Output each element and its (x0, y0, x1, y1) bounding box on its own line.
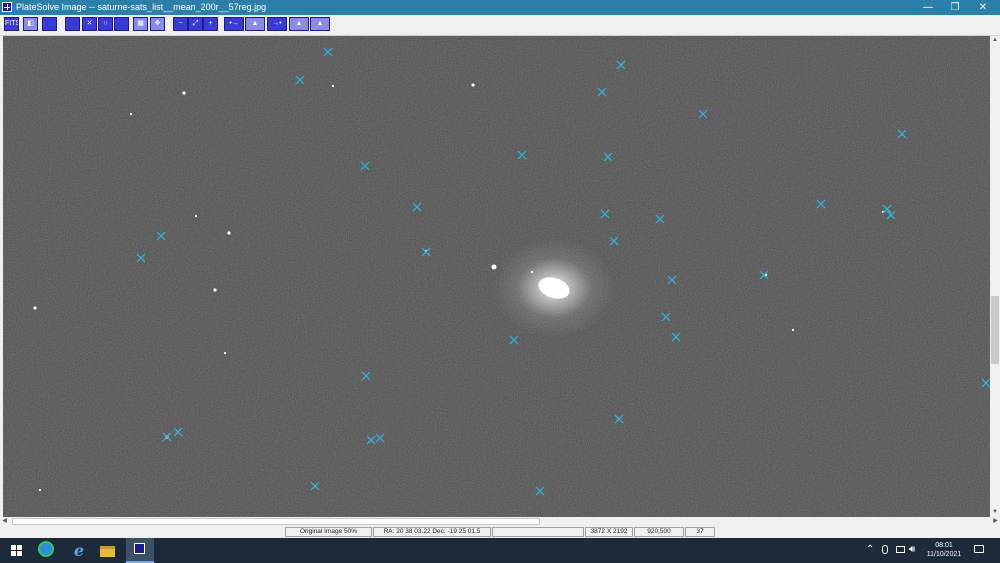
histogram-peak-button[interactable]: ▲ (245, 17, 265, 31)
window-title: PlateSolve Image -- saturne-sats_list__m… (16, 2, 267, 12)
star (227, 231, 231, 235)
close-button[interactable]: ✕ (970, 0, 996, 15)
title-bar: PlateSolve Image -- saturne-sats_list__m… (0, 0, 1000, 15)
status-empty (492, 527, 584, 537)
fits-button[interactable]: FITS (4, 17, 19, 31)
grid-button[interactable]: ▦ (133, 17, 148, 31)
zoom-out-button[interactable]: − (173, 17, 188, 31)
star (223, 351, 227, 355)
panel-toggle-button[interactable]: ◧ (23, 17, 38, 31)
histogram-button[interactable]: ▲ (289, 17, 309, 31)
horizontal-scrollbar[interactable]: ◀ ▶ (0, 517, 1000, 526)
volume-icon[interactable]: 🔊︎ (909, 543, 915, 557)
clock-time: 08:01 (935, 542, 953, 549)
internet-explorer-icon[interactable]: e (70, 542, 88, 559)
image-viewport[interactable] (3, 36, 990, 517)
star (38, 488, 42, 492)
usb-icon[interactable] (882, 545, 888, 554)
network-icon[interactable] (896, 546, 905, 553)
histogram-alt-button[interactable]: ▲ (310, 17, 330, 31)
taskbar: e ⌃ 🔊︎ 08:01 11/10/2021 (0, 538, 1000, 563)
star (213, 288, 217, 292)
star (331, 84, 335, 88)
horizontal-scroll-thumb[interactable] (12, 518, 540, 525)
star (194, 214, 198, 218)
status-zoom: Original Image 50% (285, 527, 372, 537)
status-coordinates: RA: 20 38 03.22 Dec: -19 25 01.5 (373, 527, 491, 537)
cross-marker-button[interactable]: ✕ (82, 17, 97, 31)
taskbar-clock[interactable]: 08:01 11/10/2021 (920, 541, 968, 559)
platesolve-taskbar-icon[interactable] (126, 538, 154, 563)
star (471, 83, 475, 87)
star (182, 91, 186, 95)
edge-browser-icon[interactable] (38, 541, 54, 557)
histogram-shift-left-button[interactable]: •→ (224, 17, 244, 31)
scroll-down-arrow-icon[interactable]: ▼ (990, 508, 1000, 517)
minimize-button[interactable]: — (915, 0, 941, 15)
circle-marker-button[interactable]: ○ (98, 17, 113, 31)
vertical-scrollbar[interactable]: ▲ ▼ (990, 36, 1000, 517)
status-cursor-position: 920,500 (634, 527, 684, 537)
tray-chevron-icon[interactable]: ⌃ (866, 543, 874, 557)
star (129, 112, 133, 116)
platesolve-app-icon (2, 2, 12, 12)
scroll-up-arrow-icon[interactable]: ▲ (990, 36, 1000, 45)
windows-start-icon[interactable] (9, 542, 27, 559)
scroll-left-arrow-icon[interactable]: ◀ (0, 517, 9, 526)
blank-button[interactable] (114, 17, 129, 31)
zoom-in-button[interactable]: + (203, 17, 218, 31)
star (791, 328, 795, 332)
status-dimensions: 3872 X 2192 (585, 527, 633, 537)
fit-button[interactable]: ⤢ (188, 17, 203, 31)
view-button[interactable] (42, 17, 57, 31)
star-field-image (3, 36, 990, 517)
status-count: 37 (685, 527, 715, 537)
scroll-right-arrow-icon[interactable]: ▶ (991, 517, 1000, 526)
star (33, 306, 37, 310)
status-bar: Original Image 50% RA: 20 38 03.22 Dec: … (0, 526, 1000, 538)
file-explorer-icon[interactable] (100, 546, 115, 557)
vertical-scroll-thumb[interactable] (991, 296, 999, 364)
histogram-shift-right-button[interactable]: →• (267, 17, 287, 31)
select-button[interactable] (65, 17, 80, 31)
notification-icon[interactable] (974, 545, 984, 553)
restore-button[interactable]: ❐ (942, 0, 968, 15)
move-button[interactable]: ✥ (150, 17, 165, 31)
toolbar: FITS ◧ ✕ ○ ▦ ✥ − ⤢ + •→ ▲ →• ▲ ▲ (0, 15, 1000, 36)
star (491, 264, 497, 270)
clock-date: 11/10/2021 (926, 551, 962, 558)
